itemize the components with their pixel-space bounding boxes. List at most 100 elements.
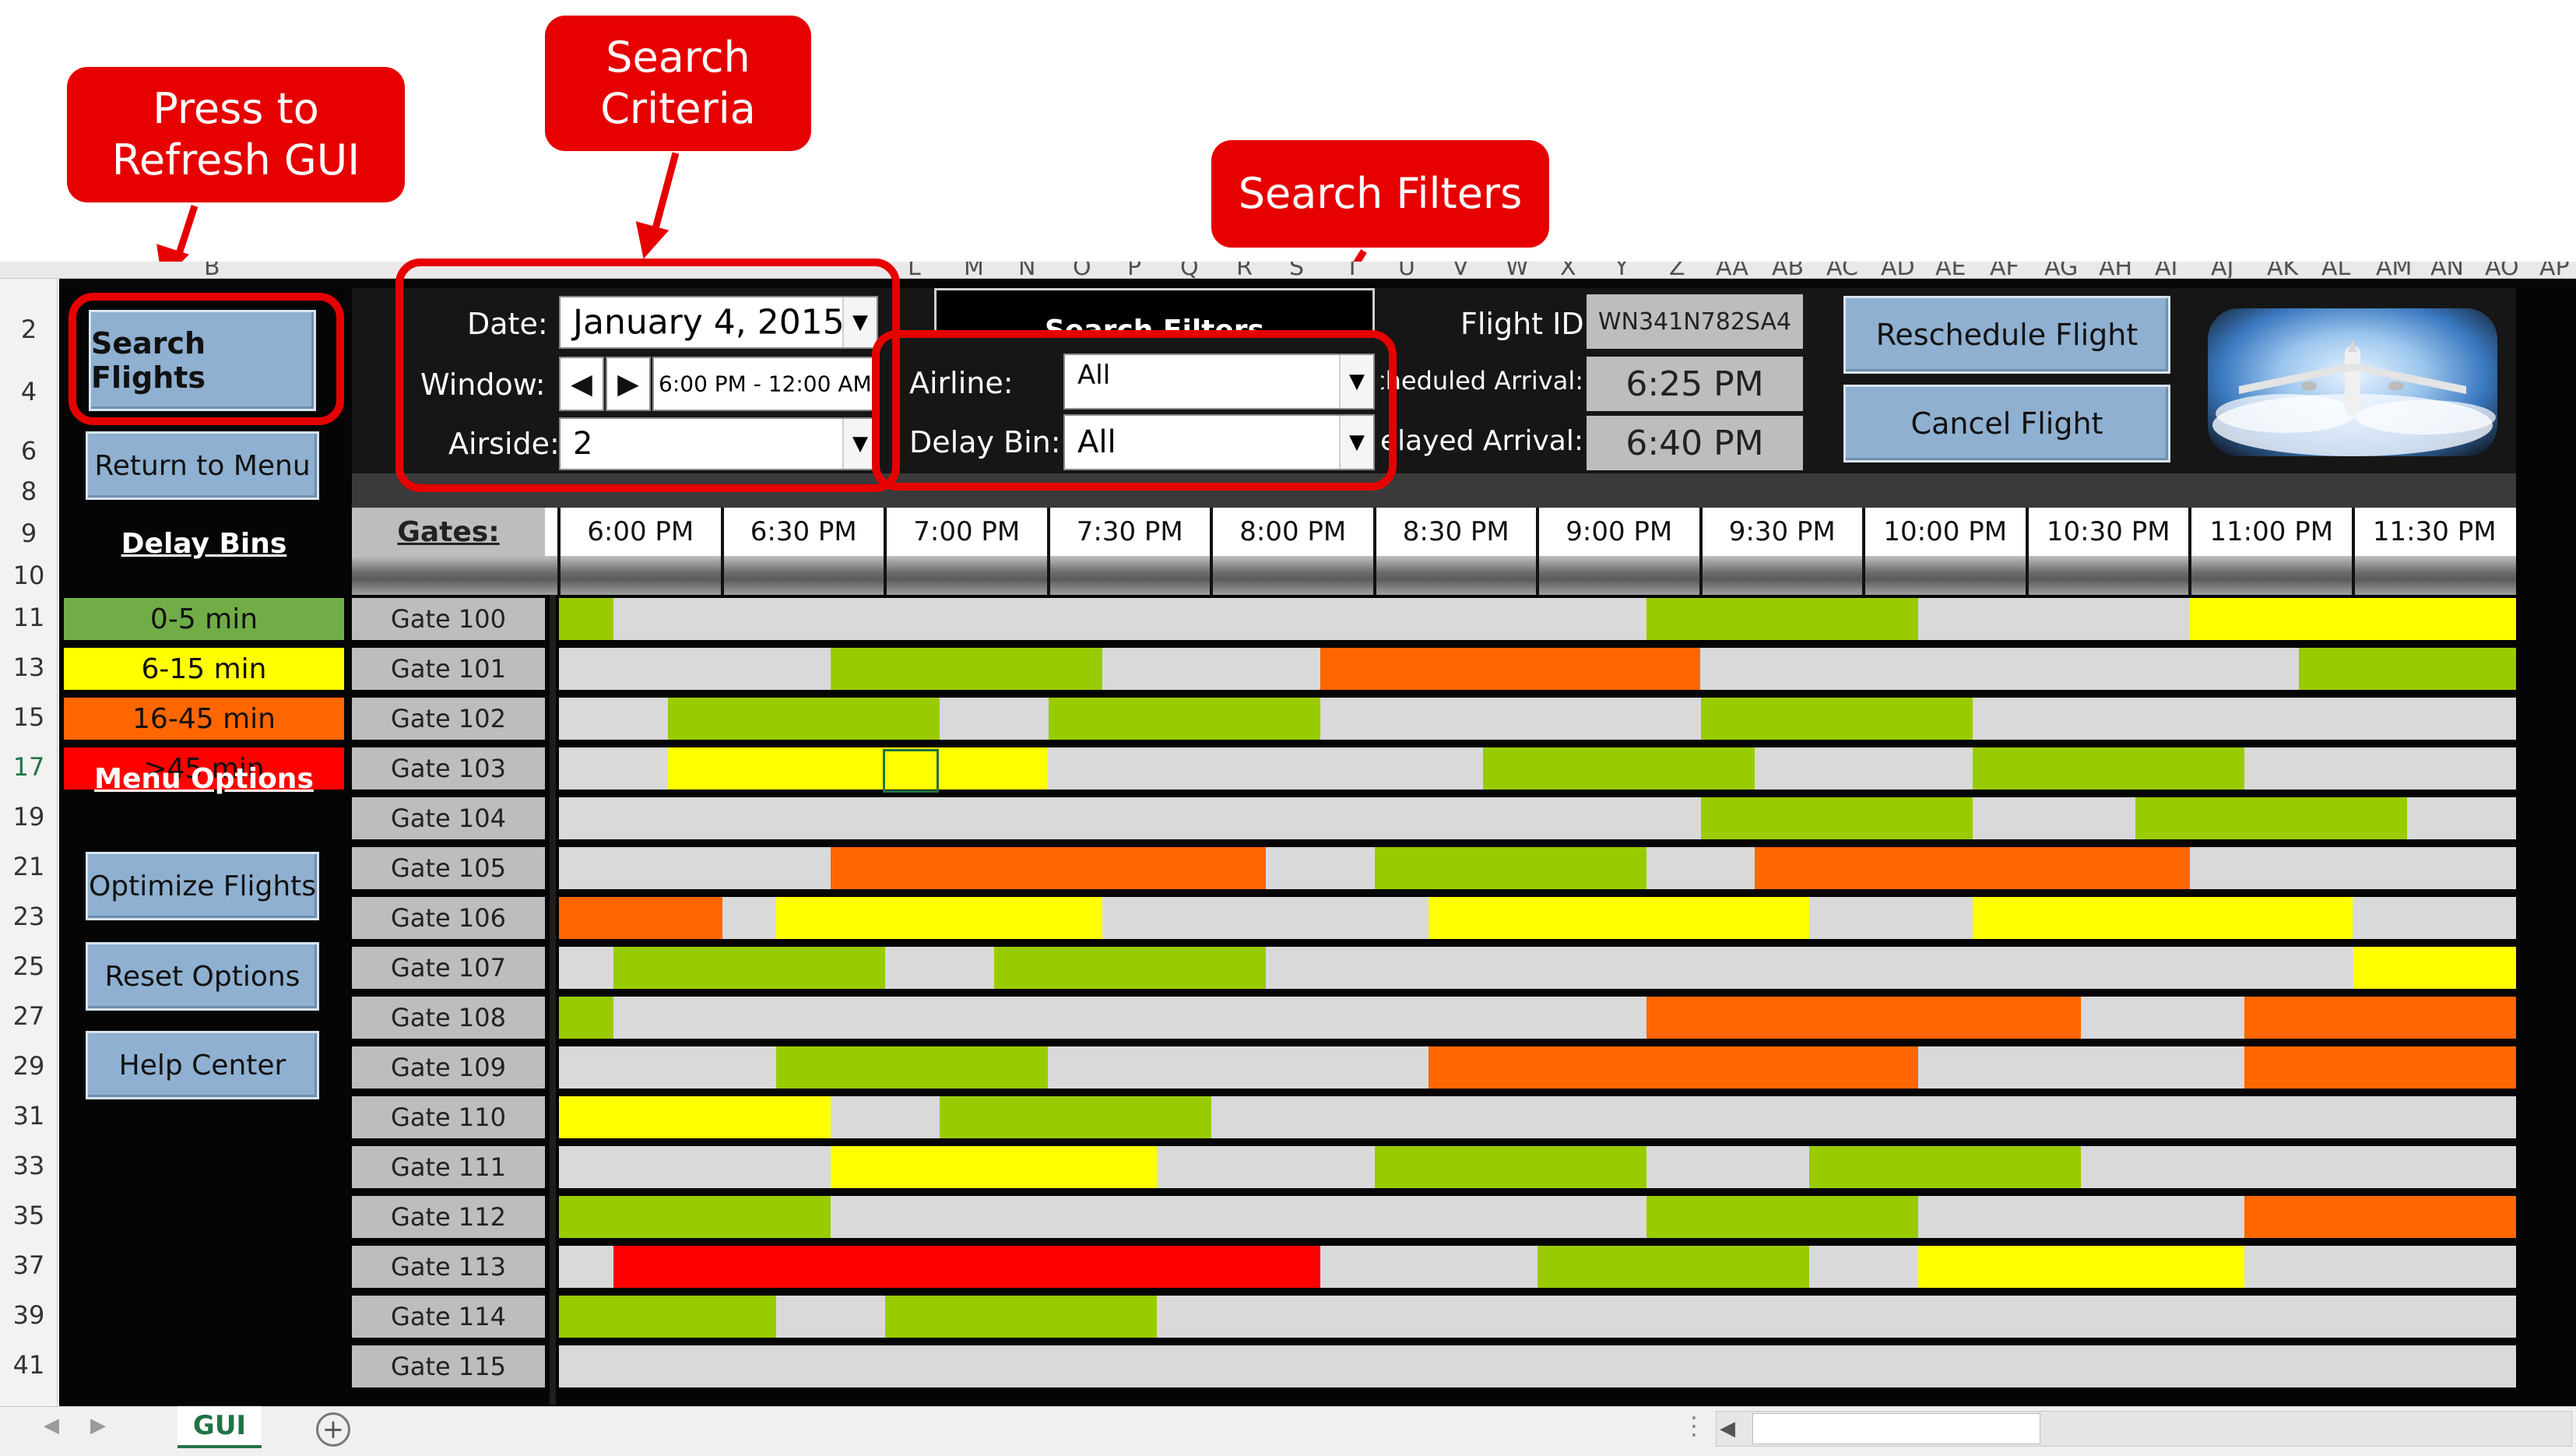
flight-bar[interactable] [1972,747,2244,790]
flight-bar[interactable] [776,1046,1049,1088]
column-letter[interactable]: AK [2267,262,2298,278]
flight-bar[interactable] [1538,1246,1810,1288]
flight-bar[interactable] [2190,598,2516,640]
column-letter[interactable]: S [1289,262,1304,278]
row-number[interactable]: 21 [0,852,58,881]
column-letter[interactable]: AN [2430,262,2464,278]
flight-bar[interactable] [559,1096,831,1138]
column-letter[interactable]: Q [1180,262,1199,278]
column-letter[interactable]: AC [1826,262,1858,278]
flight-bar[interactable] [1483,747,1755,790]
row-number[interactable]: 19 [0,802,58,832]
column-letter[interactable]: Y [1615,262,1629,278]
column-letter[interactable]: AB [1772,262,1804,278]
row-number[interactable]: 33 [0,1151,58,1180]
flight-bar[interactable] [613,1246,1320,1288]
flight-bar[interactable] [939,1096,1211,1138]
flight-bar[interactable] [559,1296,777,1338]
row-number[interactable]: 11 [0,603,58,632]
flight-bar[interactable] [831,847,1266,889]
flight-bar[interactable] [559,598,613,640]
flight-bar[interactable] [831,1146,1158,1188]
column-letter[interactable]: X [1560,262,1576,278]
column-letter[interactable]: AG [2044,262,2078,278]
row-number[interactable]: 10 [0,561,58,590]
row-number[interactable]: 13 [0,652,58,682]
flight-bar[interactable] [1646,598,1918,640]
row-number[interactable]: 37 [0,1250,58,1280]
column-letter[interactable]: M [964,262,984,278]
column-letter[interactable]: B [204,262,220,278]
column-letter[interactable]: AH [2099,262,2132,278]
row-number[interactable]: 6 [0,436,58,466]
row-number[interactable]: 35 [0,1201,58,1230]
flight-bar[interactable] [885,1296,1158,1338]
return-to-menu-button[interactable]: Return to Menu [86,431,319,500]
tab-gui[interactable]: GUI [177,1406,262,1448]
flight-bar[interactable] [1917,1246,2244,1288]
flight-bar[interactable] [1646,1196,1918,1238]
flight-bar[interactable] [1320,648,1701,690]
row-number[interactable]: 2 [0,315,58,344]
row-number[interactable]: 9 [0,519,58,548]
flight-bar[interactable] [667,747,1049,790]
flight-bar[interactable] [2353,947,2516,989]
flight-bar[interactable] [559,997,613,1039]
column-letter[interactable]: P [1127,262,1141,278]
flight-bar[interactable] [1429,1046,1918,1088]
flight-bar[interactable] [2244,1046,2516,1088]
flight-bar[interactable] [1700,797,1973,839]
help-center-button[interactable]: Help Center [86,1031,319,1099]
flight-bar[interactable] [1809,1146,2082,1188]
scroll-left-icon[interactable]: ◀ [1720,1416,1735,1440]
column-letter[interactable]: AE [1935,262,1966,278]
column-letter[interactable]: AL [2321,262,2350,278]
column-letter[interactable]: AF [1990,262,2019,278]
optimize-flights-button[interactable]: Optimize Flights [86,852,319,920]
selected-cell[interactable] [883,749,939,793]
flight-bar[interactable] [2244,1196,2516,1238]
cancel-flight-button[interactable]: Cancel Flight [1843,385,2170,462]
row-number[interactable]: 31 [0,1101,58,1131]
column-letter[interactable]: AJ [2211,262,2233,278]
column-letter[interactable]: AD [1881,262,1915,278]
row-number[interactable]: 27 [0,1001,58,1031]
column-letter[interactable]: W [1506,262,1529,278]
column-letter[interactable]: Z [1669,262,1685,278]
column-letter[interactable]: AM [2376,262,2412,278]
column-letter[interactable]: O [1073,262,1091,278]
splitter-icon[interactable]: ⋮ [1682,1411,1706,1440]
flight-bar[interactable] [993,947,1266,989]
column-letter[interactable]: R [1236,262,1253,278]
column-letter[interactable]: AA [1716,262,1748,278]
row-number[interactable]: 4 [0,377,58,406]
row-number[interactable]: 15 [0,702,58,732]
column-letter[interactable]: T [1345,262,1359,278]
flight-bar[interactable] [1700,698,1973,740]
flight-bar[interactable] [2135,797,2408,839]
column-letter[interactable]: V [1453,262,1469,278]
row-number[interactable]: 25 [0,951,58,981]
horizontal-scrollbar[interactable]: ◀ [1716,1411,2572,1447]
flight-bar[interactable] [2244,997,2516,1039]
flight-bar[interactable] [1972,897,2353,939]
row-number[interactable]: 39 [0,1300,58,1330]
column-letter[interactable]: N [1018,262,1035,278]
row-number[interactable]: 8 [0,477,58,506]
flight-bar[interactable] [559,1196,831,1238]
row-number[interactable]: 17 [0,752,58,782]
flight-bar[interactable] [2298,648,2516,690]
tab-scroll-right-icon[interactable]: ▶ [90,1414,106,1437]
row-number[interactable]: 29 [0,1051,58,1081]
flight-bar[interactable] [1048,698,1320,740]
column-letter[interactable]: AP [2539,262,2570,278]
flight-bar[interactable] [1646,997,2082,1039]
column-letter[interactable]: L [908,262,921,278]
column-letter[interactable]: AO [2485,262,2519,278]
column-letter[interactable]: U [1398,262,1415,278]
reschedule-flight-button[interactable]: Reschedule Flight [1843,296,2170,374]
tab-scroll-left-icon[interactable]: ◀ [44,1414,59,1437]
flight-bar[interactable] [1429,897,1810,939]
row-number[interactable]: 41 [0,1350,58,1380]
flight-bar[interactable] [776,897,1103,939]
